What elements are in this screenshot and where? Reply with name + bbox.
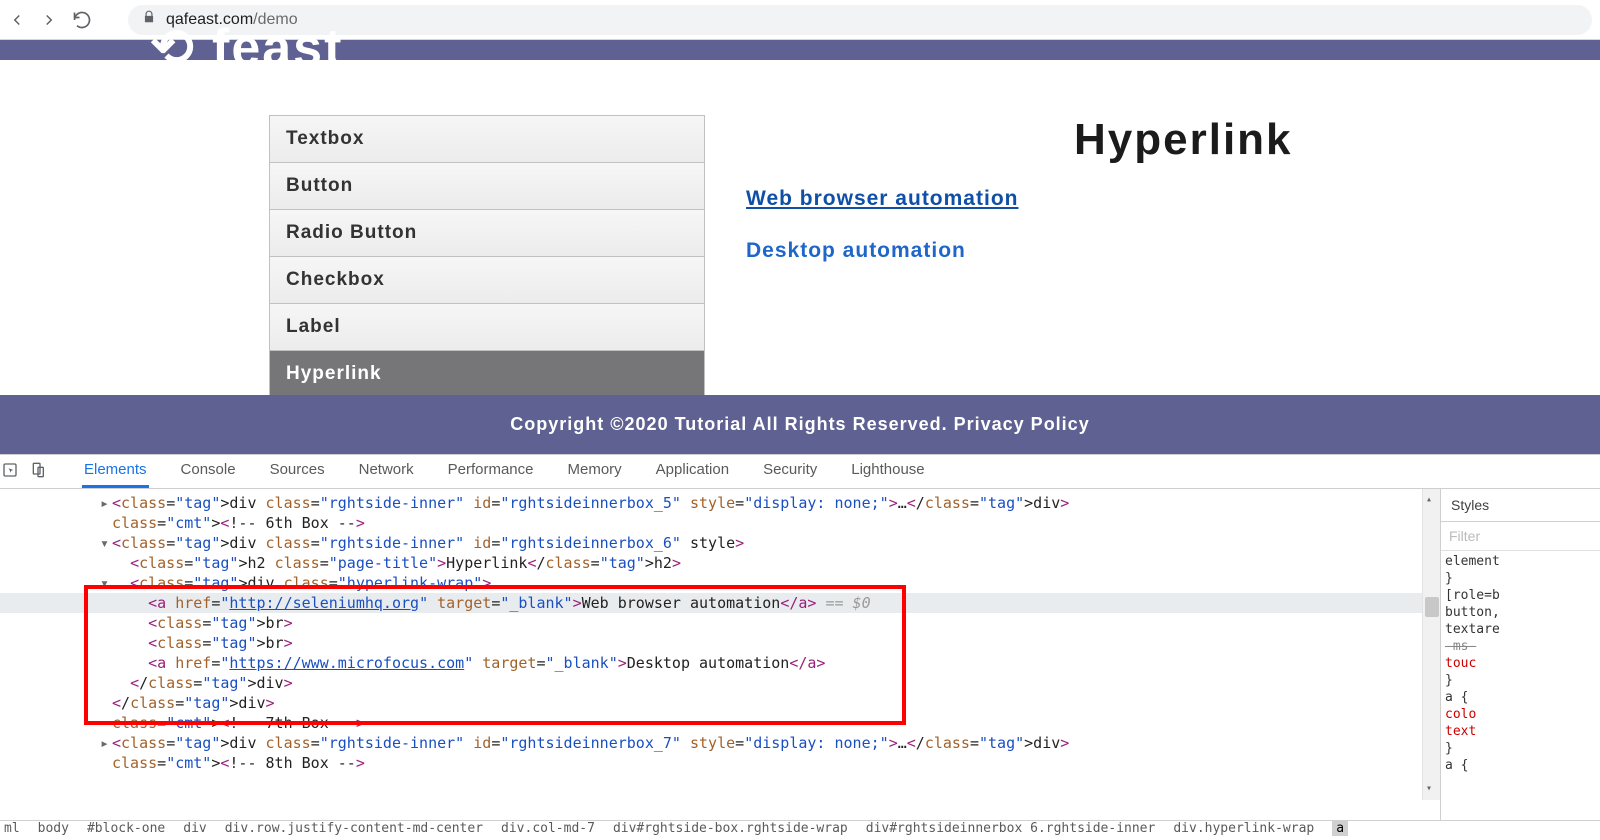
page-body: TextboxButtonRadio ButtonCheckboxLabelHy… xyxy=(0,60,1600,395)
dom-line[interactable]: </class="tag">div> xyxy=(0,673,1440,693)
devtools-tab-lighthouse[interactable]: Lighthouse xyxy=(849,461,926,488)
footer-text: Copyright ©2020 Tutorial All Rights Rese… xyxy=(510,414,1089,435)
dom-line[interactable]: <class="tag">br> xyxy=(0,613,1440,633)
menu-item-textbox[interactable]: Textbox xyxy=(270,116,704,163)
scrollbar[interactable]: ▴ ▾ xyxy=(1422,489,1440,800)
styles-tab[interactable]: Styles xyxy=(1441,489,1600,522)
dom-line[interactable]: class="cmt"><!-- 7th Box --> xyxy=(0,713,1440,733)
devtools-body: ▸<class="tag">div class="rghtside-inner"… xyxy=(0,489,1600,820)
breadcrumb-item[interactable]: div.row.justify-content-md-center xyxy=(225,821,483,836)
url-bar[interactable]: qafeast.com/demo xyxy=(128,5,1592,35)
back-icon[interactable] xyxy=(8,11,26,29)
dom-line[interactable]: ▸<class="tag">div class="rghtside-inner"… xyxy=(0,493,1440,513)
dom-line[interactable]: ▾<class="tag">div class="rghtside-inner"… xyxy=(0,533,1440,553)
dom-line[interactable]: class="cmt"><!-- 6th Box --> xyxy=(0,513,1440,533)
menu-item-radio-button[interactable]: Radio Button xyxy=(270,210,704,257)
menu-item-label[interactable]: Label xyxy=(270,304,704,351)
hyperlink-1[interactable]: Web browser automation xyxy=(746,187,1018,211)
reload-icon[interactable] xyxy=(72,10,92,30)
menu-item-hyperlink[interactable]: Hyperlink xyxy=(270,351,704,395)
menu-item-button[interactable]: Button xyxy=(270,163,704,210)
hyperlink-2[interactable]: Desktop automation xyxy=(746,239,966,263)
component-menu: TextboxButtonRadio ButtonCheckboxLabelHy… xyxy=(269,115,705,395)
breadcrumb-item[interactable]: div xyxy=(183,821,206,836)
site-header-strip: ⟲ feast xyxy=(0,40,1600,60)
breadcrumb-item[interactable]: body xyxy=(38,821,69,836)
devtools-tab-console[interactable]: Console xyxy=(179,461,238,488)
content-panel: Hyperlink Web browser automation Desktop … xyxy=(746,115,1293,291)
breadcrumb-item[interactable]: a xyxy=(1332,821,1348,836)
scrollbar-thumb[interactable] xyxy=(1425,597,1439,617)
page-title: Hyperlink xyxy=(1074,115,1293,165)
devtools-panel: Elements Console Sources Network Performance… xyxy=(0,454,1600,840)
breadcrumb-item[interactable]: div.col-md-7 xyxy=(501,821,595,836)
site-footer: Copyright ©2020 Tutorial All Rights Rese… xyxy=(0,395,1600,454)
dom-line[interactable]: ▾ <class="tag">div class="hyperlink-wrap… xyxy=(0,573,1440,593)
breadcrumb-item[interactable]: #block-one xyxy=(87,821,165,836)
styles-filter[interactable]: Filter xyxy=(1441,522,1600,551)
dom-line[interactable]: class="cmt"><!-- 8th Box --> xyxy=(0,753,1440,773)
dom-line[interactable]: </class="tag">div> xyxy=(0,693,1440,713)
styles-rules: element}[role=bbutton,textare -ms- touc}… xyxy=(1441,551,1600,774)
styles-pane: Styles Filter element}[role=bbutton,text… xyxy=(1440,489,1600,820)
devtools-tabs: Elements Console Sources Network Performance… xyxy=(0,455,1600,489)
hyperlink-list: Web browser automation Desktop automation xyxy=(746,187,1293,291)
dom-breadcrumb[interactable]: ml body #block-one div div.row.justify-conte… xyxy=(0,820,1600,840)
breadcrumb-item[interactable]: div.hyperlink-wrap xyxy=(1173,821,1314,836)
device-icon[interactable] xyxy=(30,462,46,482)
breadcrumb-item[interactable]: div#rghtside-box.rghtside-wrap xyxy=(613,821,848,836)
devtools-tab-memory[interactable]: Memory xyxy=(566,461,624,488)
devtools-tab-performance[interactable]: Performance xyxy=(446,461,536,488)
devtools-tab-security[interactable]: Security xyxy=(761,461,819,488)
dom-tree[interactable]: ▸<class="tag">div class="rghtside-inner"… xyxy=(0,489,1440,820)
dom-line[interactable]: <class="tag">h2 class="page-title">Hyper… xyxy=(0,553,1440,573)
forward-icon[interactable] xyxy=(40,11,58,29)
menu-item-checkbox[interactable]: Checkbox xyxy=(270,257,704,304)
dom-line[interactable]: <a href="http://seleniumhq.org" target="… xyxy=(0,593,1440,613)
devtools-tab-network[interactable]: Network xyxy=(357,461,416,488)
inspect-icon[interactable] xyxy=(2,462,18,482)
dom-line[interactable]: <a href="https://www.microfocus.com" tar… xyxy=(0,653,1440,673)
dom-line[interactable]: ▸<class="tag">div class="rghtside-inner"… xyxy=(0,733,1440,753)
devtools-tab-sources[interactable]: Sources xyxy=(268,461,327,488)
breadcrumb-item[interactable]: ml xyxy=(4,821,20,836)
breadcrumb-item[interactable]: div#rghtsideinnerbox 6.rghtside-inner xyxy=(866,821,1156,836)
devtools-tab-application[interactable]: Application xyxy=(654,461,731,488)
devtools-tab-elements[interactable]: Elements xyxy=(82,461,149,488)
dom-line[interactable]: <class="tag">br> xyxy=(0,633,1440,653)
